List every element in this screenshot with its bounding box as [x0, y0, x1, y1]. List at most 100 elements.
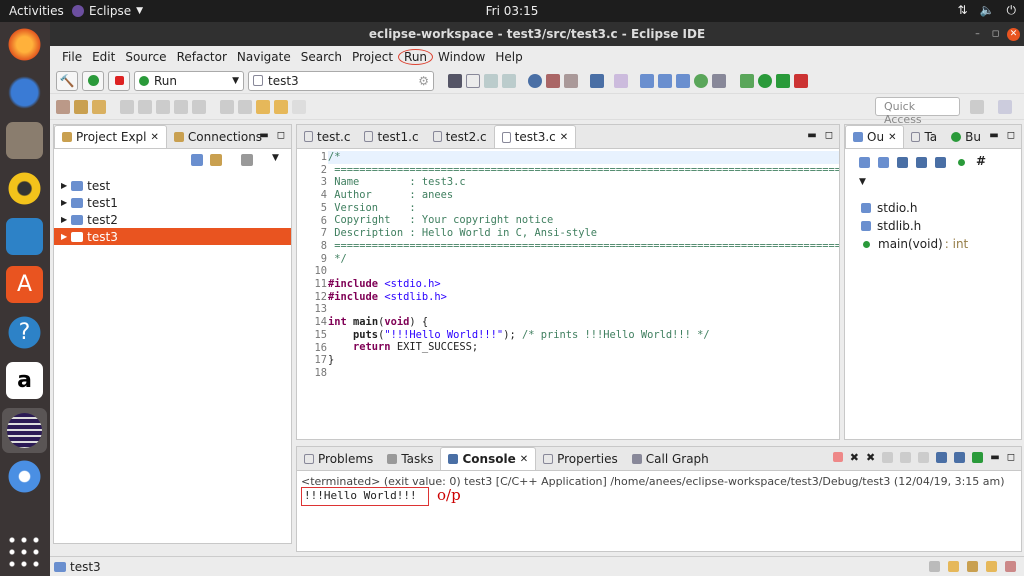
annotation-icon[interactable] [120, 99, 134, 114]
menu-search[interactable]: Search [296, 50, 347, 64]
back-icon[interactable] [274, 99, 288, 114]
folder-icon[interactable] [967, 561, 978, 572]
settings-icon[interactable] [740, 73, 754, 88]
minimize-button[interactable]: – [971, 28, 984, 41]
tree-item-test3[interactable]: ▶ test3 [54, 228, 291, 245]
save-icon[interactable] [484, 73, 498, 88]
tab-call-graph[interactable]: Call Graph [625, 447, 716, 470]
scroll-lock-icon[interactable] [900, 452, 912, 463]
close-icon[interactable]: ✕ [520, 454, 528, 465]
system-tray[interactable]: ⇅ 🔈 ⏻ [957, 3, 1016, 18]
task-icon[interactable] [590, 73, 604, 88]
expand-icon[interactable]: ▶ [61, 215, 67, 224]
outline-item-stdlib[interactable]: stdlib.h [845, 217, 1021, 235]
tab-outline[interactable]: Ou ✕ [845, 125, 905, 148]
view-menu-icon[interactable]: ▼ [859, 177, 866, 187]
code-line[interactable]: /* [328, 151, 839, 164]
remove-all-icon[interactable]: ✖ [866, 452, 875, 464]
view-menu-icon[interactable]: ▼ [272, 153, 279, 163]
code-line[interactable]: Version : [328, 202, 839, 215]
block-selection-icon[interactable] [156, 99, 170, 114]
close-icon[interactable]: ✕ [560, 132, 568, 143]
outline-item-main[interactable]: main(void): int [845, 235, 1021, 253]
tree-item-test1[interactable]: ▶ test1 [54, 194, 291, 211]
pin-icon[interactable] [614, 73, 628, 88]
hide-fields-icon[interactable] [897, 157, 908, 168]
open-element-icon[interactable] [74, 99, 88, 114]
maximize-icon[interactable]: ◻ [1007, 452, 1015, 464]
bookmark-icon[interactable] [948, 561, 959, 572]
code-line[interactable]: return EXIT_SUCCESS; [328, 341, 839, 354]
outline-item-stdio[interactable]: stdio.h [845, 199, 1021, 217]
tab-project-explorer[interactable]: Project Expl ✕ [54, 125, 167, 148]
chromium-icon[interactable] [6, 458, 43, 495]
link-editor-icon[interactable] [210, 154, 222, 166]
minimize-icon[interactable]: ▬ [989, 130, 998, 141]
display-console-icon[interactable] [972, 452, 984, 463]
forward-icon[interactable] [292, 99, 306, 114]
files-icon[interactable] [6, 122, 43, 159]
tab-tasks[interactable]: Tasks [380, 447, 440, 470]
c-perspective-icon[interactable] [998, 99, 1012, 114]
close-icon[interactable]: ✕ [888, 132, 896, 143]
code-line[interactable]: } [328, 354, 839, 367]
code-line[interactable] [328, 265, 839, 278]
next-annotation-icon[interactable] [220, 99, 234, 114]
code-line[interactable]: Description : Hello World in C, Ansi-sty… [328, 227, 839, 240]
show-apps-icon[interactable] [6, 534, 43, 571]
launch-mode-combo[interactable]: Run ▼ [134, 70, 244, 91]
close-button[interactable]: ✕ [1007, 28, 1020, 41]
code-line[interactable]: #include <stdio.h> [328, 278, 839, 291]
code-line[interactable]: */ [328, 253, 839, 266]
tab-problems[interactable]: Problems [297, 447, 380, 470]
help-icon[interactable]: ? [6, 314, 43, 351]
tab-build-targets[interactable]: Bu [944, 125, 988, 148]
code-line[interactable]: int main(void) { [328, 316, 839, 329]
terminate-icon[interactable] [832, 452, 843, 462]
hide-static-icon[interactable] [916, 157, 927, 168]
menu-project[interactable]: Project [347, 50, 398, 64]
profile-icon[interactable] [794, 73, 808, 88]
macro-icon[interactable]: # [976, 154, 986, 168]
open-perspective-icon[interactable] [970, 99, 984, 114]
menu-help[interactable]: Help [490, 50, 527, 64]
build-button[interactable]: 🔨 [56, 70, 78, 91]
eclipse-dock-icon[interactable] [2, 408, 47, 453]
code-line[interactable]: ========================================… [328, 240, 839, 253]
code-area[interactable]: /* =====================================… [328, 151, 839, 379]
hide-nonpublic-icon[interactable] [935, 157, 946, 168]
code-line[interactable] [328, 303, 839, 316]
tree-item-test2[interactable]: ▶ test2 [54, 211, 291, 228]
maximize-icon[interactable]: ◻ [277, 130, 285, 141]
expand-icon[interactable]: ▶ [61, 181, 67, 190]
collapse-all-icon[interactable] [191, 154, 203, 166]
amazon-icon[interactable]: a [6, 362, 43, 399]
launch-button[interactable] [82, 70, 104, 91]
tab-properties[interactable]: Properties [536, 447, 625, 470]
build-all-icon[interactable] [546, 73, 560, 88]
tab-console[interactable]: Console ✕ [440, 447, 537, 470]
expand-icon[interactable]: ▶ [61, 232, 67, 241]
new-project-icon[interactable] [640, 73, 654, 88]
coverage-icon[interactable] [776, 73, 790, 88]
app-menu[interactable]: Eclipse ▼ [72, 4, 143, 18]
code-line[interactable]: Name : test3.c [328, 176, 839, 189]
pen-icon[interactable] [92, 99, 106, 114]
maximize-icon[interactable]: ◻ [1007, 130, 1015, 141]
code-line[interactable] [328, 367, 839, 380]
new-class-icon[interactable] [676, 73, 690, 88]
quick-access-input[interactable]: Quick Access [875, 97, 960, 126]
minimize-icon[interactable]: ▬ [990, 452, 999, 464]
sort-icon[interactable] [859, 157, 870, 168]
thunderbird-icon[interactable] [6, 74, 43, 111]
code-line[interactable]: Author : anees [328, 189, 839, 202]
code-line[interactable]: #include <stdlib.h> [328, 291, 839, 304]
software-icon[interactable]: A [6, 266, 43, 303]
code-line[interactable]: puts("!!!Hello World!!!"); /* prints !!!… [328, 329, 839, 342]
expand-icon[interactable]: ▶ [61, 198, 67, 207]
pilcrow-icon[interactable] [192, 99, 206, 114]
menu-file[interactable]: File [57, 50, 87, 64]
new-folder-icon[interactable] [658, 73, 672, 88]
tab-test3-c[interactable]: test3.c ✕ [493, 125, 577, 148]
collapse-icon[interactable] [878, 157, 889, 168]
